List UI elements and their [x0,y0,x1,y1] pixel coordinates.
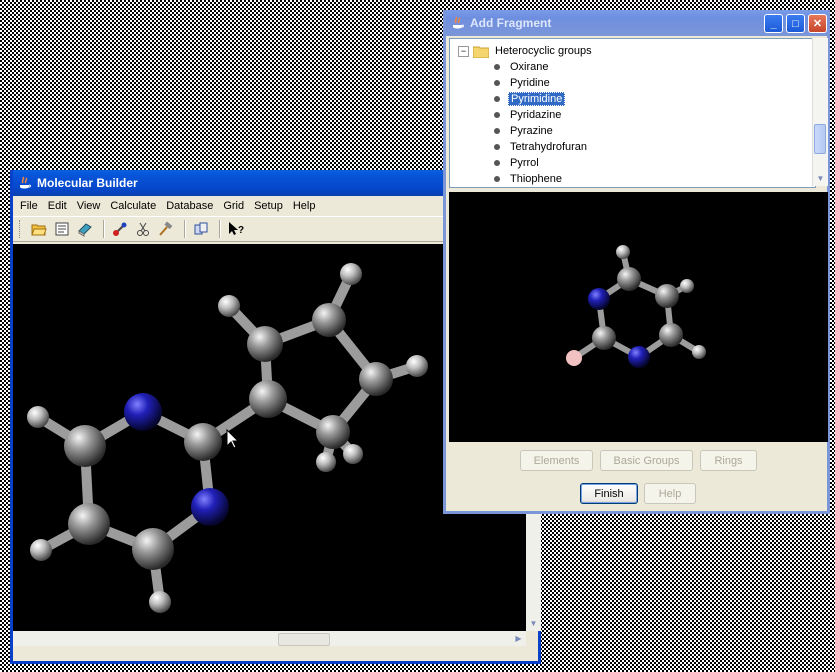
svg-text:?: ? [238,225,244,236]
tree-item-label: Pyrazine [510,125,553,137]
dialog-title: Add Fragment [470,16,552,30]
tree-item-pyrimidine[interactable]: Pyrimidine [494,91,566,107]
tree-scroll-down-icon[interactable]: ▼ [813,171,828,186]
add-fragment-dialog: Add Fragment _ □ ✕ − Heterocyclic groups… [443,10,830,514]
leaf-bullet-icon [494,80,500,86]
tree-vertical-scrollbar[interactable]: ▼ [812,38,828,186]
book-icon[interactable] [75,219,95,239]
java-icon [453,16,464,29]
fragment-preview [449,192,828,442]
tree-item-pyrrol[interactable]: Pyrrol [494,155,541,171]
leaf-bullet-icon [494,96,500,102]
fragment-tree[interactable]: − Heterocyclic groups Oxirane Pyridine Pyr… [449,38,816,188]
add-fragment-titlebar[interactable]: Add Fragment _ □ ✕ [446,10,827,36]
tree-item-label: Pyrimidine [508,92,566,106]
tree-item-pyridazine[interactable]: Pyridazine [494,107,563,123]
menu-edit[interactable]: Edit [43,200,72,212]
viewport-horizontal-scrollbar[interactable]: ▶ [13,631,526,646]
menu-database[interactable]: Database [161,200,218,212]
rings-button[interactable]: Rings [700,450,757,471]
tree-item-thiophene[interactable]: Thiophene [494,171,564,187]
tree-item-label: Pyridine [510,77,550,89]
scroll-down-arrow-icon[interactable]: ▼ [526,616,541,631]
folder-icon [473,46,489,58]
basic-groups-button[interactable]: Basic Groups [600,450,693,471]
help-button[interactable]: Help [644,483,696,504]
leaf-bullet-icon [494,176,500,182]
maximize-icon: □ [792,17,799,30]
java-icon [20,176,31,189]
tree-group-label: Heterocyclic groups [495,45,592,57]
toolbar-grip[interactable] [19,220,23,238]
bond-icon[interactable] [110,219,130,239]
minimize-button[interactable]: _ [764,14,783,33]
collapse-icon[interactable]: − [458,45,469,57]
leaf-bullet-icon [494,160,500,166]
save-icon[interactable] [52,219,72,239]
tree-item-tetrahydrofuran[interactable]: Tetrahydrofuran [494,139,589,155]
tree-item-label: Tetrahydrofuran [510,141,588,153]
elements-button[interactable]: Elements [520,450,593,471]
tree-item-label: Pyridazine [510,109,562,121]
leaf-bullet-icon [494,64,500,70]
leaf-bullet-icon [494,128,500,134]
attach-point-atom [566,350,582,366]
menu-grid[interactable]: Grid [218,200,249,212]
toolbar-separator [103,220,105,238]
menu-setup[interactable]: Setup [249,200,288,212]
window-title: Molecular Builder [37,176,138,190]
toolbar-separator-3 [219,220,221,238]
tree-item-label: Pyrrol [510,157,539,169]
leaf-bullet-icon [494,144,500,150]
tree-item-pyrazine[interactable]: Pyrazine [494,123,555,139]
tree-item-oxirane[interactable]: Oxirane [494,59,551,75]
menu-calculate[interactable]: Calculate [105,200,161,212]
finish-button[interactable]: Finish [580,483,638,504]
open-icon[interactable] [29,219,49,239]
help-pointer-icon[interactable]: ? [226,219,246,239]
pyrimidine-3d-preview [566,245,706,368]
close-button[interactable]: ✕ [808,14,827,33]
tree-item-pyridine[interactable]: Pyridine [494,75,552,91]
minimize-icon: _ [770,17,777,30]
horizontal-scroll-thumb[interactable] [278,633,330,646]
tree-item-label: Thiophene [510,173,562,185]
tree-group-row[interactable]: − Heterocyclic groups [458,43,594,59]
copy-icon[interactable] [191,219,211,239]
maximize-button[interactable]: □ [786,14,805,33]
tree-scroll-thumb[interactable] [814,124,826,154]
scissors-icon[interactable] [133,219,153,239]
leaf-bullet-icon [494,112,500,118]
menu-help[interactable]: Help [288,200,321,212]
close-icon: ✕ [812,18,823,30]
toolbar-separator-2 [184,220,186,238]
scroll-right-arrow-icon[interactable]: ▶ [511,631,526,646]
tree-item-label: Oxirane [510,61,549,73]
mouse-cursor [226,428,240,449]
nitrogen-atoms [124,393,229,526]
menu-view[interactable]: View [72,200,106,212]
hammer-icon[interactable] [156,219,176,239]
menu-file[interactable]: File [15,200,43,212]
